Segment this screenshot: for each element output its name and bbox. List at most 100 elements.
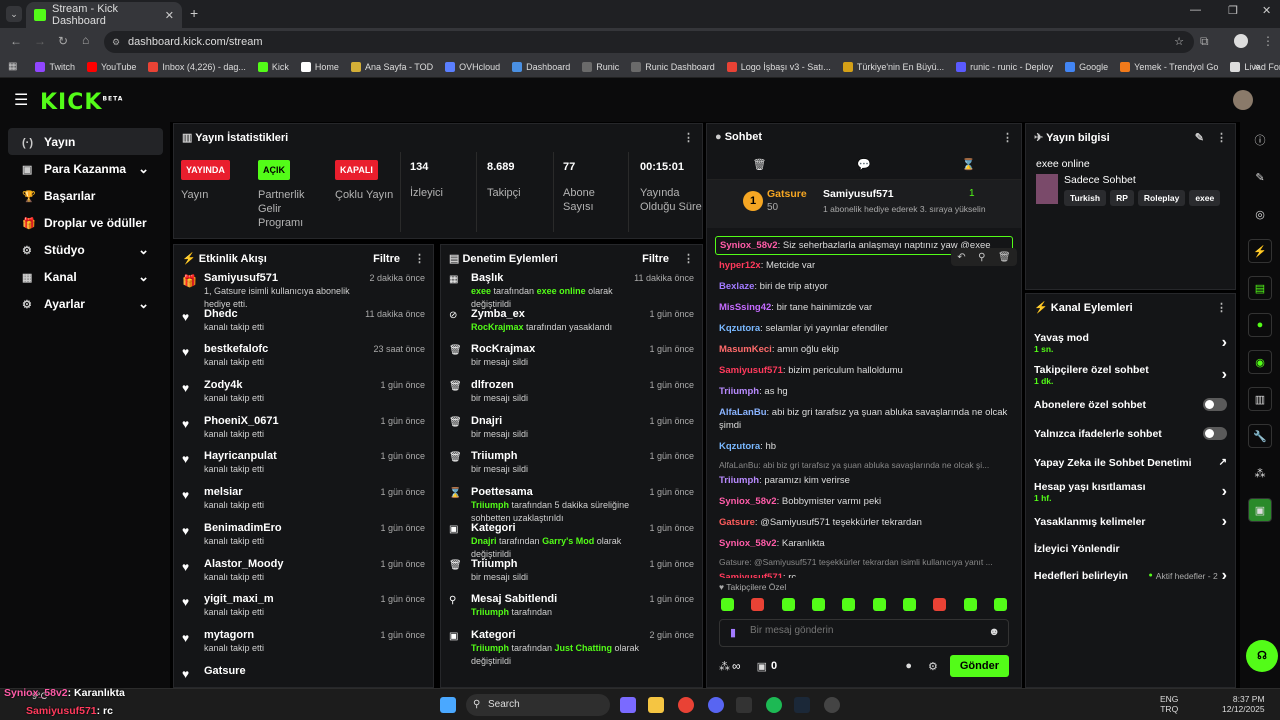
users-icon[interactable]: ⁂ [1248, 461, 1272, 485]
bookmark-item[interactable]: Home [300, 61, 339, 72]
info-icon[interactable]: ⓘ [1248, 128, 1272, 152]
chat-toggle-icon[interactable]: ● [1248, 313, 1272, 337]
moderation-item[interactable]: 🗑 Triiumph bir mesajı sildi 1 gün önce [441, 557, 702, 593]
chat-username[interactable]: Bexlaze [719, 281, 754, 292]
stream-info-menu-icon[interactable]: ⋮ [1216, 132, 1227, 144]
chat-message[interactable]: Kqzutora: selamlar iyi yayınlar efendile… [707, 318, 1021, 339]
emote-icon[interactable] [872, 598, 886, 611]
emote-icon[interactable] [933, 598, 947, 611]
activity-item[interactable]: ♥ bestkefalofc kanalı takip etti 23 saat ön… [174, 342, 433, 378]
moderation-item[interactable]: ⌛ Poettesama Triiumph tarafından 5 dakika … [441, 485, 702, 523]
browser-tab[interactable]: Stream - Kick Dashboard ✕ [26, 2, 182, 28]
chat-username[interactable]: Syniox_58v2 [719, 496, 777, 507]
emoji-icon[interactable]: ☻ [988, 626, 1000, 638]
bolt-icon[interactable]: ⚡ [1248, 239, 1272, 263]
activity-item[interactable]: ♥ PhoeniX_0671 kanalı takip etti 1 gün önce [174, 414, 433, 450]
chat-message[interactable]: Gatsure: @Samiyusuf571 teşekkürler tekra… [707, 512, 1021, 533]
activity-filter-button[interactable]: Filtre [373, 253, 400, 265]
chat-username[interactable]: Samiyusuf571 [719, 365, 783, 376]
toggle-switch[interactable] [1203, 398, 1227, 411]
hamburger-menu-icon[interactable]: ☰ [14, 90, 28, 110]
category-thumbnail[interactable] [1036, 174, 1058, 204]
stats-menu-icon[interactable]: ⋮ [683, 131, 694, 144]
trash-icon[interactable]: 🗑 [752, 158, 766, 171]
chat-username[interactable]: Gatsure [719, 517, 755, 528]
steam-icon[interactable] [794, 697, 810, 713]
activity-item[interactable]: ♥ BenimadimEro kanalı takip etti 1 gün önce [174, 521, 433, 557]
chat-username[interactable]: Samiyusuf571 [719, 572, 783, 578]
activity-menu-icon[interactable]: ⋮ [414, 253, 425, 265]
site-info-icon[interactable]: ⚙ [112, 31, 120, 53]
chat-username[interactable]: Syniox_58v2 [720, 240, 778, 251]
activity-item[interactable]: ♥ yigit_maxi_m kanalı takip etti 1 gün önce [174, 592, 433, 628]
moderation-item[interactable]: ▣ Kategori Dnajri tarafından Garry's Mod o… [441, 521, 702, 559]
discord-icon[interactable] [708, 697, 724, 713]
message-icon[interactable]: 💬 [857, 158, 871, 171]
channel-action-row[interactable]: Takipçilere özel sohbet 1 dk. › [1026, 360, 1235, 390]
activity-item[interactable]: 🎁 Samiyusuf571 1, Gatsure isimli kullanıcı… [174, 271, 433, 309]
reload-icon[interactable]: ↻ [58, 34, 68, 48]
emote-icon[interactable] [751, 598, 765, 611]
moderation-item[interactable]: 🗑 RocKrajmax bir mesajı sildi 1 gün önce [441, 342, 702, 378]
bookmark-item[interactable]: YouTube [86, 61, 136, 72]
activity-item[interactable]: ♥ mytagorn kanalı takip etti 1 gün önce [174, 628, 433, 664]
bookmark-item[interactable]: Yemek - Trendyol Go [1120, 61, 1218, 72]
pencil-icon[interactable]: ✎ [1248, 165, 1272, 189]
points-icon[interactable]: ⁂ [719, 660, 730, 673]
home-icon[interactable]: ⌂ [82, 33, 89, 47]
taskbar-search[interactable]: ⚲ Search [466, 694, 610, 716]
moderation-item[interactable]: 🗑 Dnajri bir mesajı sildi 1 gün önce [441, 414, 702, 450]
chat-input[interactable] [750, 625, 970, 636]
tag-chip[interactable]: Turkish [1064, 190, 1107, 206]
moderation-item[interactable]: 🗑 Triiumph bir mesajı sildi 1 gün önce [441, 449, 702, 485]
chat-username[interactable]: hyper12x [719, 260, 761, 271]
chat-username[interactable]: AlfaLanBu [719, 407, 767, 418]
bookmark-item[interactable]: Dashboard [512, 61, 570, 72]
channel-action-row[interactable]: Hesap yaşı kısıtlaması 1 hf. › [1026, 477, 1235, 507]
bookmark-star-icon[interactable]: ☆ [1174, 31, 1184, 53]
back-icon[interactable]: ← [10, 34, 22, 48]
chat-message[interactable]: Samiyusuf571: bizim periculum halloldumu [707, 360, 1021, 381]
sidebar-item-4[interactable]: ⚙ Stüdyo ⌄ [8, 236, 163, 263]
emote-icon[interactable] [902, 598, 916, 611]
chat-message[interactable]: Bexlaze: biri de trip atıyor [707, 276, 1021, 297]
pin-icon[interactable]: ⚲ [978, 252, 985, 263]
bookmark-item[interactable]: Kick [257, 61, 289, 72]
chat-username[interactable]: Kqzutora [719, 441, 760, 452]
emote-icon[interactable] [993, 598, 1007, 611]
chat-settings-icon[interactable]: ⚙ [928, 660, 938, 673]
sidebar-item-6[interactable]: ⚙ Ayarlar ⌄ [8, 290, 163, 317]
chat-username[interactable]: MasumKeci [719, 344, 772, 355]
chat-input-box[interactable]: ▮ ☻ [719, 619, 1009, 647]
spotify-icon[interactable] [766, 697, 782, 713]
new-tab-icon[interactable]: + [190, 5, 198, 21]
bookmark-item[interactable]: Runic [582, 61, 619, 72]
tab-search-button[interactable]: ⌄ [6, 6, 22, 22]
activity-item[interactable]: ♥ Dhedc kanalı takip etti 11 dakika önce [174, 307, 433, 343]
bookmark-item[interactable]: Google [1065, 61, 1108, 72]
channel-action-row[interactable]: Yalnızca ifadelerle sohbet [1026, 421, 1235, 446]
activity-item[interactable]: ♥ melsiar kanalı takip etti 1 gün önce [174, 485, 433, 521]
moderation-item[interactable]: ▣ Kategori Triiumph tarafından Just Chatti… [441, 628, 702, 666]
moderation-item[interactable]: 🗑 dlfrozen bir mesajı sildi 1 gün önce [441, 378, 702, 414]
moderation-item[interactable]: ▦ Başlık exee tarafından exee online olara… [441, 271, 702, 309]
chat-message[interactable]: AlfaLanBu: abi biz gri tarafsız ya şuan … [707, 402, 1021, 436]
wrench-icon[interactable]: 🔧 [1248, 424, 1272, 448]
category-name[interactable]: Sadece Sohbet [1064, 174, 1224, 186]
bookmark-item[interactable]: Twitch [35, 61, 75, 72]
toggle-switch[interactable] [1203, 427, 1227, 440]
close-icon[interactable]: ✕ [165, 9, 174, 22]
bookmark-item[interactable]: runic - runic - Deploy [956, 61, 1053, 72]
app-g-icon[interactable] [736, 697, 752, 713]
chat-username[interactable]: MisSsing42 [719, 302, 771, 313]
sidebar-item-2[interactable]: 🏆 Başarılar [8, 182, 163, 209]
layout-icon[interactable]: ▥ [1248, 387, 1272, 411]
copilot-icon[interactable] [620, 697, 636, 713]
window-close-icon[interactable]: ✕ [1262, 4, 1271, 17]
reply-icon[interactable]: ↶ [957, 252, 965, 263]
broadcast-icon[interactable]: ◉ [1248, 350, 1272, 374]
emote-icon[interactable] [781, 598, 795, 611]
sidebar-item-0[interactable]: (·) Yayın [8, 128, 163, 155]
edit-icon[interactable]: ✎ [1195, 132, 1204, 144]
apps-icon[interactable]: ▦ [8, 61, 17, 72]
